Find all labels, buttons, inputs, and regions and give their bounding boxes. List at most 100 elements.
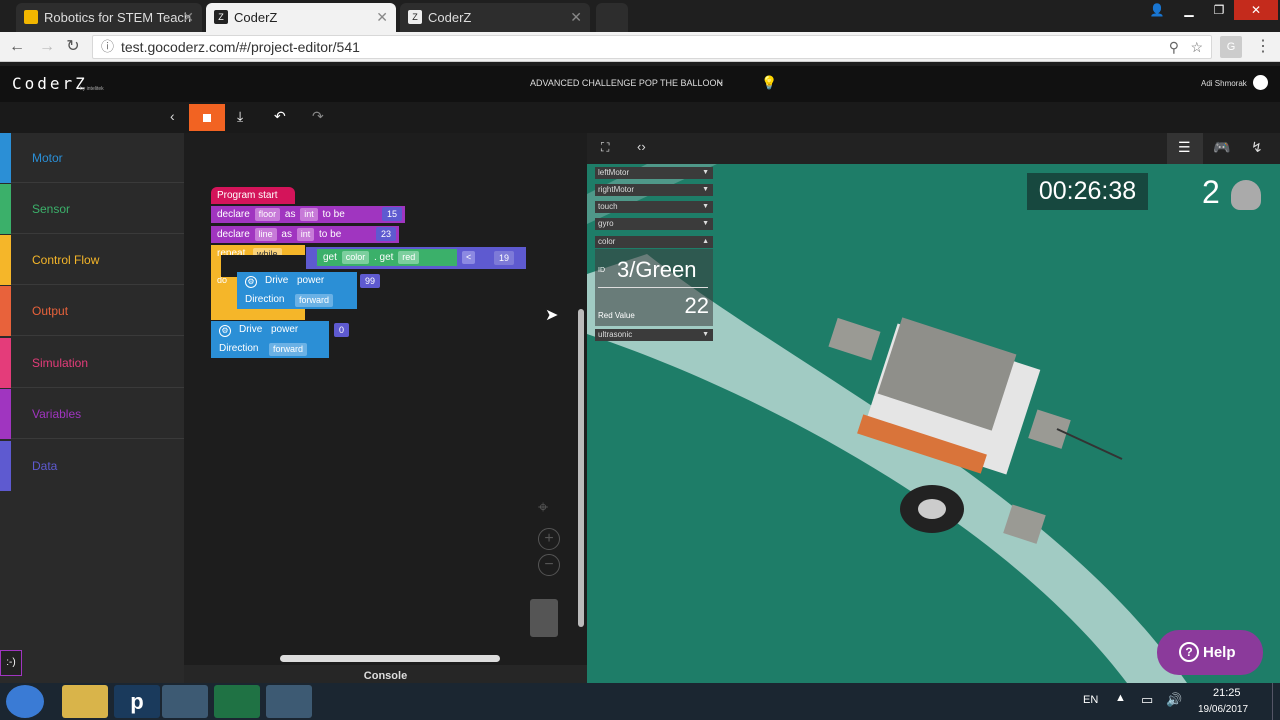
show-desktop-button[interactable] bbox=[1272, 683, 1280, 720]
volume-icon[interactable]: 🔊 bbox=[1166, 692, 1182, 708]
timer-display: 00:26:38 bbox=[1027, 173, 1148, 210]
declare-label: declare bbox=[217, 229, 250, 240]
close-tab-icon[interactable]: ✕ bbox=[182, 3, 194, 32]
lightbulb-icon[interactable]: 💡 bbox=[761, 75, 777, 91]
zoom-out-icon[interactable]: − bbox=[538, 554, 560, 576]
back-arrow-icon[interactable]: ← bbox=[6, 36, 28, 58]
close-tab-icon[interactable]: ✕ bbox=[570, 3, 582, 32]
sensor-row-right-motor[interactable]: rightMotor ▼ bbox=[595, 184, 713, 196]
smiley-button[interactable]: :-) bbox=[0, 650, 22, 676]
clock-date[interactable]: 19/06/2017 bbox=[1198, 704, 1248, 715]
number-value-input[interactable]: 15 bbox=[382, 207, 403, 221]
redo-icon[interactable]: ↷ bbox=[312, 108, 324, 125]
trash-icon[interactable] bbox=[530, 599, 558, 637]
url-input[interactable]: ⓘ test.gocoderz.com/#/project-editor/541… bbox=[92, 35, 1212, 59]
get-color-red-block[interactable]: get color . get red bbox=[317, 249, 457, 266]
bookmark-star-icon[interactable]: ☆ bbox=[1190, 36, 1203, 58]
info-icon[interactable]: ⓘ bbox=[101, 36, 114, 58]
declare-line-block[interactable]: declare line as int to be bbox=[211, 226, 399, 243]
gamepad-icon[interactable]: 🎮 bbox=[1213, 139, 1230, 156]
chevron-up-icon: ▲ bbox=[702, 238, 709, 245]
user-profile-icon[interactable]: 👤 bbox=[1140, 0, 1174, 20]
code-view-icon[interactable]: ‹› bbox=[637, 139, 646, 154]
sidebar-item-simulation[interactable]: Simulation bbox=[0, 338, 184, 388]
to-be-label: to be bbox=[319, 229, 342, 240]
tray-chevron-icon[interactable]: ▲ bbox=[1115, 692, 1126, 704]
red-value-label: Red Value bbox=[598, 311, 635, 320]
browser-tab-coderz-active[interactable]: Z CoderZ ✕ bbox=[206, 3, 396, 32]
pinned-app-snowflake-icon[interactable] bbox=[266, 685, 312, 718]
pinned-app-p-icon[interactable]: p bbox=[114, 685, 160, 718]
vertical-scrollbar[interactable] bbox=[578, 309, 584, 627]
close-tab-icon[interactable]: ✕ bbox=[376, 3, 388, 32]
sensor-row-left-motor[interactable]: leftMotor ▼ bbox=[595, 167, 713, 179]
download-icon[interactable]: ⤓ bbox=[237, 108, 243, 125]
chevron-down-icon[interactable]: ⌄ bbox=[716, 76, 724, 87]
excel-icon[interactable] bbox=[214, 685, 260, 718]
sensor-row-ultrasonic[interactable]: ultrasonic ▼ bbox=[595, 329, 713, 341]
program-start-block[interactable]: Program start bbox=[211, 187, 295, 204]
power-value-input[interactable]: 0 bbox=[334, 323, 350, 337]
language-indicator[interactable]: EN bbox=[1083, 694, 1098, 706]
network-icon[interactable]: ▭ bbox=[1141, 692, 1153, 708]
sidebar-item-control-flow[interactable]: Control Flow bbox=[0, 235, 184, 285]
compare-value-input[interactable]: 19 bbox=[494, 251, 515, 265]
browser-tab-coderz[interactable]: Z CoderZ ✕ bbox=[400, 3, 590, 32]
clock-time[interactable]: 21:25 bbox=[1213, 687, 1241, 699]
user-avatar-icon[interactable] bbox=[1253, 75, 1268, 90]
fullscreen-icon[interactable]: ⛶ bbox=[601, 140, 609, 155]
new-tab-button[interactable] bbox=[596, 3, 628, 32]
recenter-icon[interactable]: ⌖ bbox=[538, 497, 548, 518]
sensor-dropdown[interactable]: color bbox=[341, 251, 370, 264]
start-button-icon[interactable] bbox=[6, 685, 44, 718]
type-dropdown[interactable]: int bbox=[296, 228, 315, 241]
route-icon[interactable]: ↯ bbox=[1251, 139, 1263, 156]
sensor-panel-tab[interactable]: ☰ bbox=[1167, 133, 1203, 164]
type-dropdown[interactable]: int bbox=[300, 208, 318, 221]
stop-button[interactable] bbox=[189, 104, 225, 131]
drive-block-inner[interactable]: ⚙ Drive power Direction forward bbox=[237, 272, 357, 309]
browser-tab-robotics[interactable]: Robotics for STEM Teach ✕ bbox=[16, 3, 202, 32]
sensor-row-gyro[interactable]: gyro ▼ bbox=[595, 218, 713, 230]
undo-icon[interactable]: ↶ bbox=[274, 108, 286, 125]
drive-block-outer[interactable]: ⚙ Drive power Direction forward bbox=[211, 321, 329, 358]
extension-icon[interactable]: G bbox=[1220, 36, 1242, 58]
chrome-icon[interactable] bbox=[162, 685, 208, 718]
horizontal-scrollbar[interactable] bbox=[280, 655, 500, 662]
close-window-icon[interactable]: ✕ bbox=[1234, 0, 1278, 20]
sensor-row-touch[interactable]: touch ▼ bbox=[595, 201, 713, 213]
maximize-icon[interactable]: ❐ bbox=[1202, 0, 1236, 20]
collapse-sidebar-icon[interactable]: ‹ bbox=[170, 108, 175, 124]
category-color-bar bbox=[0, 338, 11, 388]
direction-label: Direction bbox=[245, 294, 285, 305]
direction-dropdown[interactable]: forward bbox=[295, 294, 334, 307]
power-value-input[interactable]: 99 bbox=[360, 274, 381, 288]
sidebar-item-motor[interactable]: Motor bbox=[0, 133, 184, 183]
reload-icon[interactable]: ↻ bbox=[62, 36, 84, 58]
sidebar-item-data[interactable]: Data bbox=[0, 441, 184, 491]
challenge-title[interactable]: ADVANCED CHALLENGE POP THE BALLOON bbox=[530, 78, 723, 88]
variable-name-field[interactable]: floor bbox=[254, 208, 281, 221]
help-button[interactable]: ? Help bbox=[1157, 630, 1263, 675]
simulator-viewport[interactable]: leftMotor ▼ rightMotor ▼ touch ▼ gyro ▼ colo… bbox=[587, 164, 1280, 683]
block-workspace[interactable]: Program start declare floor as int to be… bbox=[184, 133, 587, 683]
browser-menu-icon[interactable]: ⋮ bbox=[1252, 36, 1274, 58]
operator-dropdown[interactable]: < bbox=[462, 251, 476, 264]
zoom-in-icon[interactable]: + bbox=[538, 528, 560, 550]
property-dropdown[interactable]: red bbox=[398, 251, 420, 264]
sensor-row-color[interactable]: color ▲ bbox=[595, 236, 713, 248]
sidebar-item-output[interactable]: Output bbox=[0, 286, 184, 336]
file-explorer-icon[interactable] bbox=[62, 685, 108, 718]
declare-floor-block[interactable]: declare floor as int to be bbox=[211, 206, 405, 223]
direction-dropdown[interactable]: forward bbox=[269, 343, 308, 356]
zoom-icon[interactable]: ⚲ bbox=[1169, 36, 1179, 58]
number-value-input[interactable]: 23 bbox=[376, 227, 397, 241]
sidebar-item-variables[interactable]: Variables bbox=[0, 389, 184, 439]
sidebar-item-sensor[interactable]: Sensor bbox=[0, 184, 184, 234]
variable-name-field[interactable]: line bbox=[254, 228, 277, 241]
power-label: power bbox=[271, 324, 299, 335]
minimize-icon[interactable]: ▁ bbox=[1172, 0, 1206, 20]
forward-arrow-icon[interactable]: → bbox=[36, 36, 58, 58]
declare-label: declare bbox=[217, 209, 250, 220]
console-toggle[interactable]: Console bbox=[184, 665, 587, 683]
